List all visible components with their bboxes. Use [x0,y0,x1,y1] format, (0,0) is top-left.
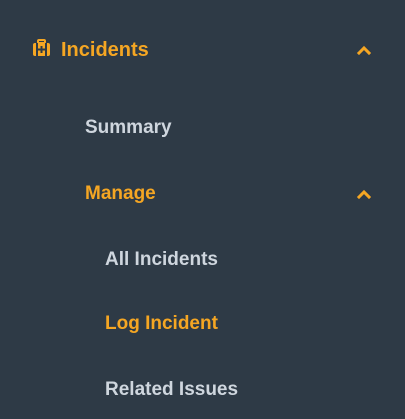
nav-subitem-related-issues[interactable]: Related Issues [0,366,405,414]
nav-section-incidents[interactable]: Incidents [0,22,405,78]
nav-item-summary[interactable]: Summary [0,104,405,152]
nav-subitem-all-incidents-label: All Incidents [105,249,218,270]
nav-subitem-log-incident-label: Log Incident [105,313,218,334]
sidebar-nav: Incidents Summary Manage All Incidents L… [0,0,405,419]
nav-subitem-all-incidents[interactable]: All Incidents [0,236,405,284]
nav-subitem-related-issues-label: Related Issues [105,379,239,400]
nav-section-label: Incidents [61,38,149,61]
nav-item-summary-label: Summary [85,117,172,138]
first-aid-kit-icon [32,38,51,62]
first-aid-kit-icon-graphic [33,38,50,56]
chevron-up-icon[interactable] [357,189,371,199]
chevron-up-icon[interactable] [357,45,371,55]
nav-item-manage-label: Manage [85,183,156,204]
nav-item-manage[interactable]: Manage [0,170,405,218]
nav-subitem-log-incident[interactable]: Log Incident [0,300,405,348]
